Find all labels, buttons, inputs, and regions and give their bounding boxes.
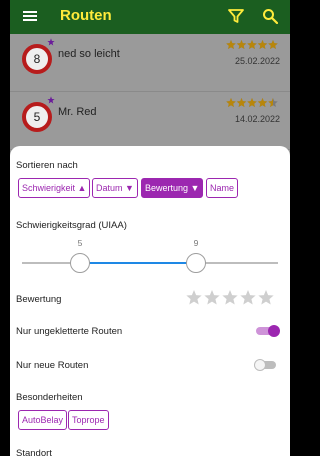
- location-label: Standort: [16, 448, 52, 456]
- grade-badge: 8: [22, 44, 52, 74]
- app-title: Routen: [60, 7, 112, 24]
- route-rating-stars: [226, 98, 278, 108]
- new-routes-toggle[interactable]: [254, 359, 278, 371]
- new-routes-label: Nur neue Routen: [16, 360, 89, 371]
- feature-autobelay-chip[interactable]: AutoBelay: [18, 410, 68, 430]
- sort-rating-chip[interactable]: Bewertung ▼: [141, 178, 204, 198]
- sort-difficulty-chip[interactable]: Schwierigkeit ▲: [18, 178, 91, 198]
- star-icon: [222, 290, 238, 305]
- route-name: ned so leicht: [58, 48, 120, 60]
- difficulty-slider-range: [80, 262, 196, 264]
- feature-toprope-chip[interactable]: Toprope: [68, 410, 109, 430]
- features-label: Besonderheiten: [16, 392, 83, 403]
- new-route-star-icon: [47, 96, 55, 104]
- difficulty-min-thumb[interactable]: [70, 253, 90, 273]
- grade-badge: 5: [22, 102, 52, 132]
- app-bar: Routen: [10, 0, 290, 34]
- new-route-star-icon: [47, 38, 55, 46]
- route-list-item[interactable]: 5 Mr. Red 14.02.2022: [10, 92, 290, 150]
- star-icon: [186, 290, 202, 305]
- difficulty-max-thumb[interactable]: [186, 253, 206, 273]
- sort-name-chip[interactable]: Name: [206, 178, 239, 198]
- route-rating-stars: [226, 40, 278, 50]
- difficulty-label: Schwierigkeitsgrad (UIAA): [16, 220, 127, 231]
- route-date: 25.02.2022: [234, 56, 280, 66]
- rating-label: Bewertung: [16, 294, 62, 305]
- route-list: 8 ned so leicht 25.02.2022 5 Mr. Red 14.…: [10, 34, 290, 150]
- rating-filter-stars[interactable]: [186, 290, 276, 306]
- star-filled-icon: [226, 40, 236, 50]
- route-list-item[interactable]: 8 ned so leicht 25.02.2022: [10, 34, 290, 92]
- phone-frame: Routen 8 ned so leicht 25.02.2022 5 Mr. …: [0, 0, 300, 456]
- star-filled-icon: [226, 98, 236, 108]
- star-icon: [204, 290, 220, 305]
- star-filled-icon: [247, 98, 257, 108]
- unclimbed-toggle[interactable]: [256, 325, 280, 337]
- unclimbed-label: Nur ungekletterte Routen: [16, 326, 123, 337]
- star-filled-icon: [257, 98, 268, 108]
- app-screen: Routen 8 ned so leicht 25.02.2022 5 Mr. …: [10, 0, 290, 456]
- menu-icon[interactable]: [22, 8, 38, 24]
- star-icon: [240, 290, 256, 305]
- star-icon: [258, 290, 274, 305]
- difficulty-min-value: 5: [77, 238, 83, 248]
- route-date: 14.02.2022: [234, 114, 280, 124]
- star-filled-icon: [236, 98, 247, 108]
- search-icon[interactable]: [262, 8, 278, 24]
- filter-icon[interactable]: [228, 8, 244, 24]
- sort-label: Sortieren nach: [16, 160, 78, 171]
- star-filled-icon: [257, 40, 268, 50]
- difficulty-max-value: 9: [193, 238, 199, 248]
- sort-date-chip[interactable]: Datum ▼: [92, 178, 138, 198]
- star-filled-icon: [247, 40, 257, 50]
- filter-bottom-sheet: Sortieren nach Schwierigkeit ▲ Datum ▼ B…: [10, 146, 290, 456]
- star-filled-icon: [236, 40, 247, 50]
- route-name: Mr. Red: [58, 106, 97, 118]
- star-filled-icon: [268, 40, 278, 50]
